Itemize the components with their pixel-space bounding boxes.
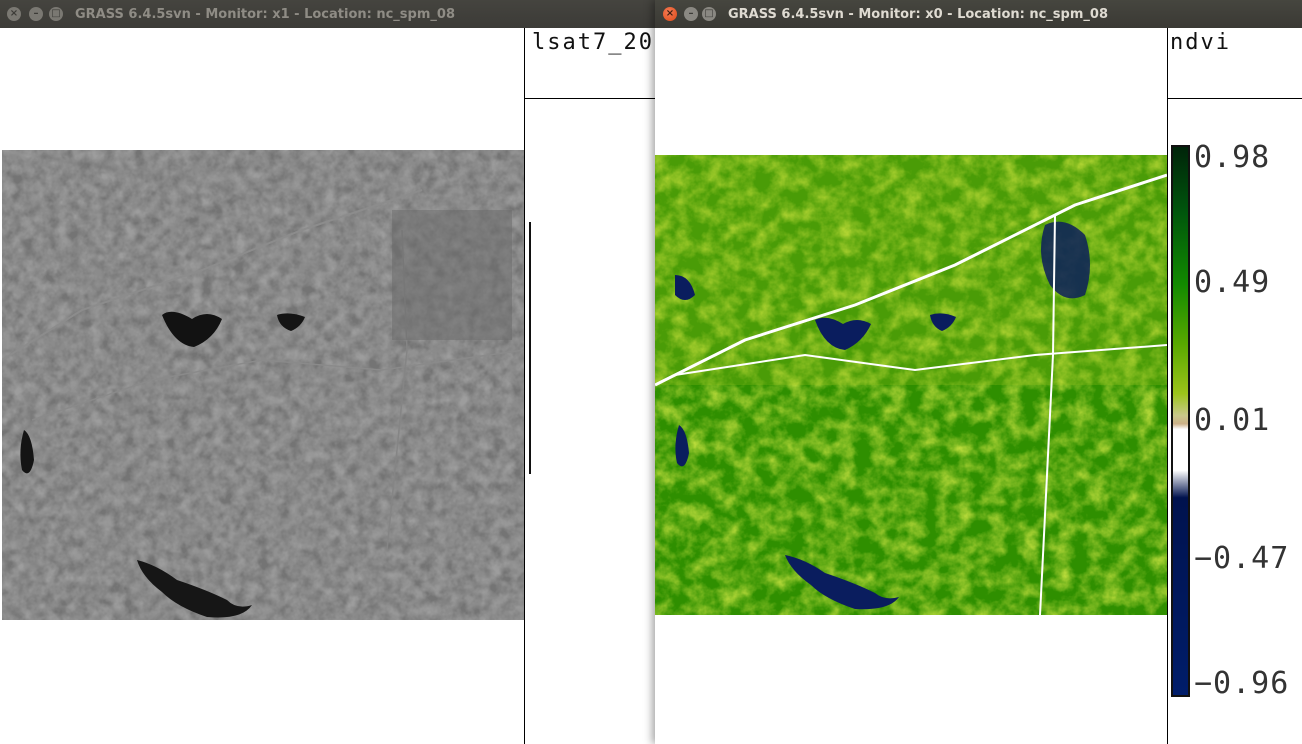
layer-label-x0: ndvi [1170,30,1231,55]
ndvi-color-legend-bar [1171,145,1190,697]
close-button-x1[interactable]: × [7,7,21,21]
legend-tick-label: 0.01 [1194,403,1271,438]
legend-tick-label: 0.49 [1194,265,1271,300]
window-title-x1: GRASS 6.4.5svn - Monitor: x1 - Location:… [75,7,455,22]
minimize-button-x1[interactable]: – [29,7,43,21]
legend-tick-label: −0.96 [1194,666,1290,701]
legend-divider-line-x1 [524,98,656,99]
window-title-x0: GRASS 6.4.5svn - Monitor: x0 - Location:… [728,7,1108,22]
map-legend-separator-x1 [524,28,525,744]
legend-tick-label: 0.98 [1194,140,1271,175]
ndvi-map-x0[interactable] [655,155,1168,616]
legend-tick-label: −0.47 [1194,541,1290,576]
landsat-map-x1[interactable] [1,150,525,620]
landsat-raster [1,150,525,620]
legend-divider-line-x0 [1167,98,1302,99]
titlebar-x0[interactable]: × – □ GRASS 6.4.5svn - Monitor: x0 - Loc… [655,0,1302,28]
titlebar-x1[interactable]: × – □ GRASS 6.4.5svn - Monitor: x1 - Loc… [0,0,656,28]
maximize-button-x1[interactable]: □ [49,7,63,21]
ndvi-raster [655,155,1168,616]
map-legend-separator-x0 [1167,28,1168,744]
monitor-window-x0[interactable]: × – □ GRASS 6.4.5svn - Monitor: x0 - Loc… [655,0,1302,744]
minimize-button-x0[interactable]: – [684,7,698,21]
maximize-button-x0[interactable]: □ [702,7,716,21]
close-button-x0[interactable]: × [663,7,677,21]
monitor-window-x1[interactable]: × – □ GRASS 6.4.5svn - Monitor: x1 - Loc… [0,0,656,744]
legend-bar-edge-x1 [529,222,531,474]
layer-label-x1: lsat7_2002 [532,30,656,55]
